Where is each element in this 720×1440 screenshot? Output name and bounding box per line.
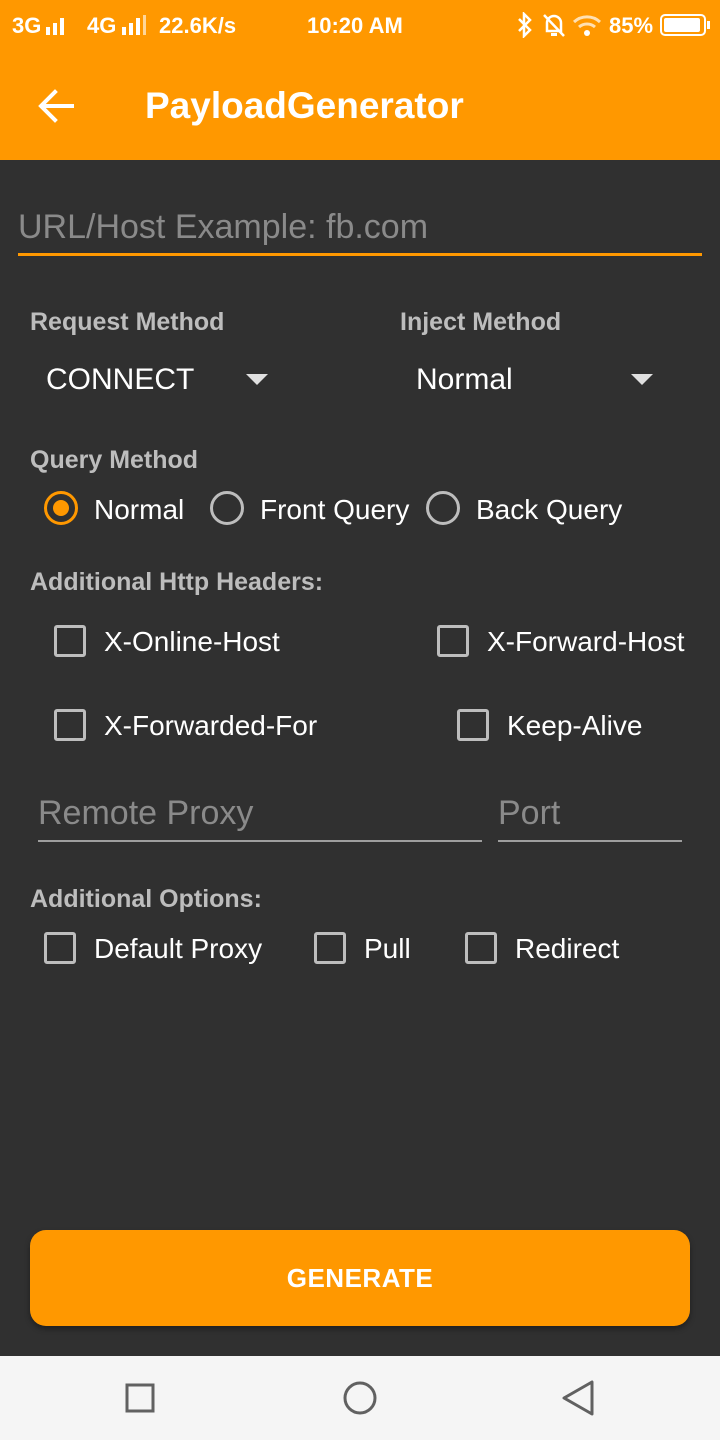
- checkbox-keep-alive-label: Keep-Alive: [507, 710, 643, 741]
- chevron-down-icon: [631, 374, 653, 385]
- inject-method-spinner[interactable]: Normal: [400, 355, 660, 405]
- additional-options-label: Additional Options:: [30, 885, 262, 913]
- network-type-1: 3G: [12, 13, 42, 38]
- request-method-spinner[interactable]: CONNECT: [30, 355, 280, 405]
- radio-button: [210, 491, 244, 525]
- checkbox-pull[interactable]: Pull: [314, 930, 424, 968]
- checkbox-box: [457, 709, 489, 741]
- checkbox-pull-label: Pull: [364, 933, 411, 964]
- checkbox-box: [54, 709, 86, 741]
- home-icon[interactable]: [340, 1378, 380, 1418]
- inject-method-label: Inject Method: [400, 308, 562, 336]
- checkbox-x-online-host[interactable]: X-Online-Host: [54, 623, 294, 661]
- checkbox-x-forward-host-label: X-Forward-Host: [487, 626, 685, 657]
- radio-button: [426, 491, 460, 525]
- checkbox-box: [465, 932, 497, 964]
- generate-button-label: GENERATE: [286, 1262, 434, 1293]
- checkbox-keep-alive[interactable]: Keep-Alive: [457, 707, 657, 745]
- clock: 10:20 AM: [307, 13, 403, 38]
- network-type-2: 4G: [87, 13, 117, 38]
- signal-icon: [122, 15, 146, 35]
- url-host-placeholder: URL/Host Example: fb.com: [18, 208, 429, 246]
- remote-proxy-placeholder: Remote Proxy: [38, 794, 254, 832]
- recent-apps-icon[interactable]: [122, 1380, 158, 1416]
- port-placeholder: Port: [498, 794, 561, 832]
- checkbox-default-proxy-label: Default Proxy: [94, 933, 263, 964]
- checkbox-box: [54, 625, 86, 657]
- inject-method-value: Normal: [416, 363, 513, 396]
- back-nav-icon[interactable]: [558, 1378, 598, 1418]
- request-method-label: Request Method: [30, 308, 225, 336]
- battery-percent: 85%: [609, 13, 654, 38]
- checkbox-x-forward-host[interactable]: X-Forward-Host: [437, 623, 687, 661]
- radio-back-query[interactable]: Back Query: [424, 489, 624, 533]
- page-title: PayloadGenerator: [145, 85, 464, 126]
- signal-icon: [46, 18, 64, 35]
- bluetooth-icon: [518, 12, 532, 38]
- url-host-input[interactable]: URL/Host Example: fb.com: [18, 200, 702, 258]
- battery-icon: [660, 14, 710, 36]
- checkbox-x-forwarded-for-label: X-Forwarded-For: [104, 710, 318, 741]
- radio-back-query-label: Back Query: [476, 494, 623, 525]
- request-method-value: CONNECT: [46, 363, 195, 396]
- checkbox-box: [44, 932, 76, 964]
- http-headers-label: Additional Http Headers:: [30, 568, 324, 596]
- radio-front-query-label: Front Query: [260, 494, 410, 525]
- radio-normal-label: Normal: [94, 494, 185, 525]
- checkbox-x-online-host-label: X-Online-Host: [104, 626, 280, 657]
- notifications-off-icon: [543, 14, 565, 37]
- arrow-left-icon[interactable]: [36, 86, 76, 126]
- port-input[interactable]: Port: [498, 790, 682, 844]
- network-speed: 22.6K/s: [159, 13, 237, 38]
- checkbox-x-forwarded-for[interactable]: X-Forwarded-For: [54, 707, 324, 745]
- remote-proxy-input[interactable]: Remote Proxy: [38, 790, 482, 844]
- radio-normal[interactable]: Normal: [42, 489, 192, 533]
- wifi-icon: [572, 15, 602, 36]
- generate-button[interactable]: GENERATE: [30, 1230, 690, 1326]
- checkbox-box: [437, 625, 469, 657]
- checkbox-redirect[interactable]: Redirect: [465, 930, 635, 968]
- radio-button-checked: [44, 491, 78, 525]
- checkbox-redirect-label: Redirect: [515, 933, 620, 964]
- port-underline: [498, 840, 682, 842]
- chevron-down-icon: [246, 374, 268, 385]
- url-input-underline: [18, 253, 702, 256]
- remote-proxy-underline: [38, 840, 482, 842]
- checkbox-default-proxy[interactable]: Default Proxy: [44, 930, 274, 968]
- query-method-label: Query Method: [30, 446, 199, 474]
- checkbox-box: [314, 932, 346, 964]
- radio-front-query[interactable]: Front Query: [208, 489, 410, 533]
